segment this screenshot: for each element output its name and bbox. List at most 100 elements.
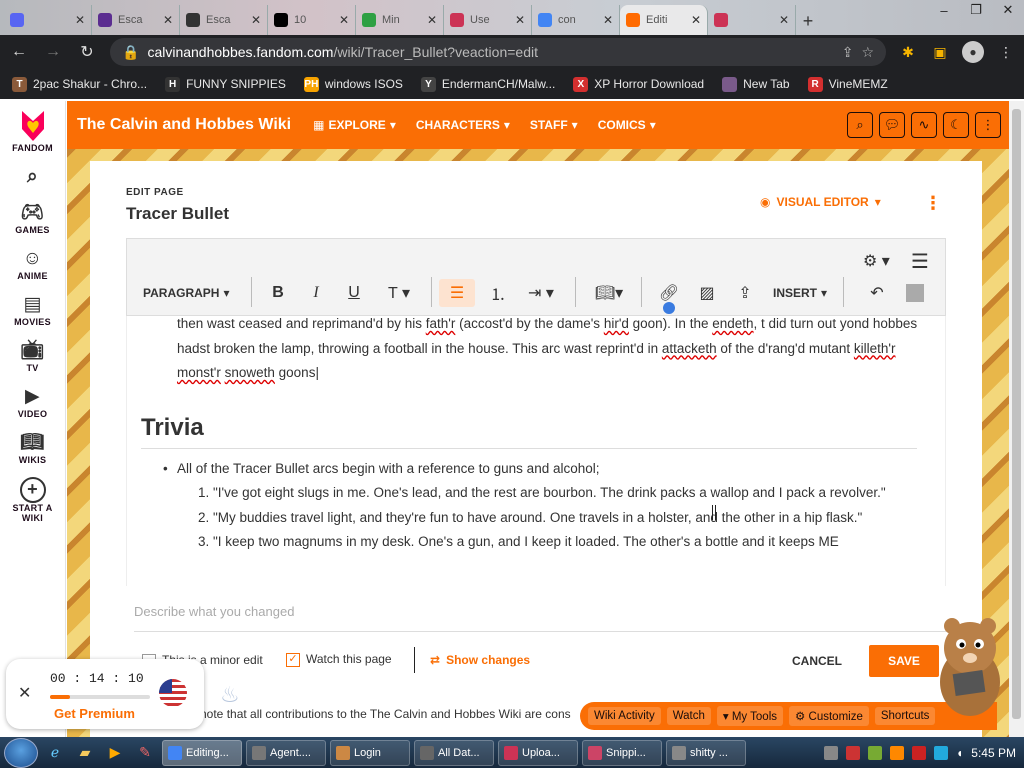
recent-changes-icon[interactable]: ∿	[911, 112, 937, 138]
page-scroll-thumb[interactable]	[1012, 109, 1021, 719]
editor-mode-dropdown[interactable]: ◉ VISUAL EDITOR ▾	[760, 195, 881, 209]
close-icon[interactable]: ✕	[18, 683, 31, 703]
close-tab-icon[interactable]: ✕	[603, 13, 613, 27]
get-premium-button[interactable]: Get Premium	[54, 706, 135, 721]
watch-page-checkbox[interactable]: ✓ Watch this page	[286, 652, 392, 667]
video-link[interactable]: ▶ VIDEO	[18, 385, 48, 419]
upload-icon[interactable]: ⇪	[733, 279, 757, 307]
share-icon[interactable]: ⇪	[842, 44, 854, 61]
insert-dropdown[interactable]: INSERT ▾	[773, 279, 827, 307]
page-scrollbar[interactable]	[1009, 101, 1024, 737]
back-icon[interactable]: ←	[8, 43, 30, 61]
trivia-heading[interactable]: Trivia	[141, 414, 917, 449]
my-tools-button[interactable]: ▾ My Tools	[716, 706, 784, 726]
numbered-list-icon[interactable]: ⒈	[485, 279, 511, 307]
cite-book-icon[interactable]: 📖︎▾	[589, 279, 629, 307]
trivia-quote-1[interactable]: 1. "I've got eight slugs in me. One's lea…	[127, 481, 945, 506]
taskbar-task[interactable]: shitty ...	[666, 739, 746, 766]
browser-tab[interactable]: con ✕	[532, 5, 620, 35]
nav-characters[interactable]: CHARACTERS ▾	[416, 118, 510, 132]
close-tab-icon[interactable]: ✕	[515, 13, 525, 27]
undo-icon[interactable]: ↶	[865, 279, 889, 307]
tv-link[interactable]: 📺︎ TV	[20, 339, 44, 373]
tray-app-icon[interactable]	[824, 745, 839, 760]
browser-tab[interactable]: ✕	[4, 5, 92, 35]
dark-mode-icon[interactable]: ☾	[943, 112, 969, 138]
profile-avatar[interactable]: ●	[962, 41, 984, 63]
close-tab-icon[interactable]: ✕	[779, 13, 789, 27]
browser-tab[interactable]: ✕	[708, 5, 796, 35]
fandom-home-link[interactable]: FANDOM	[12, 109, 53, 153]
underline-icon[interactable]: U	[343, 279, 365, 307]
tray-app-icon[interactable]	[890, 745, 905, 760]
image-icon[interactable]: ▨	[695, 279, 719, 307]
browser-tab[interactable]: Esca ✕	[180, 5, 268, 35]
bookmark-item[interactable]: PH windows ISOS	[303, 76, 403, 92]
volume-icon[interactable]: ◖	[956, 746, 963, 760]
bookmark-item[interactable]: Y EndermanCH/Malw...	[420, 76, 555, 92]
save-button[interactable]: SAVE	[869, 645, 939, 677]
browser-tab[interactable]: Use ✕	[444, 5, 532, 35]
file-explorer-icon[interactable]: ▰	[72, 740, 98, 766]
internet-explorer-icon[interactable]: ℯ	[42, 740, 68, 766]
games-link[interactable]: 🎮︎ GAMES	[15, 201, 50, 235]
nav-staff[interactable]: STAFF ▾	[530, 118, 578, 132]
search-link[interactable]: ⌕	[27, 165, 38, 189]
editor-options-icon[interactable]: ⋮	[924, 193, 942, 214]
tray-app-icon[interactable]	[912, 745, 927, 760]
bullet-list-icon[interactable]: ☰	[439, 279, 475, 307]
customize-button[interactable]: ⚙ Customize	[789, 706, 869, 726]
minimize-icon[interactable]: –	[928, 0, 960, 20]
movies-link[interactable]: ▤ MOVIES	[14, 293, 51, 327]
start-button[interactable]	[4, 737, 38, 768]
hamburger-menu-icon[interactable]: ☰	[911, 247, 929, 275]
taskbar-task[interactable]: Login	[330, 739, 410, 766]
indent-icon[interactable]: ⇥ ▾	[523, 279, 559, 307]
close-tab-icon[interactable]: ✕	[163, 13, 173, 27]
wikis-link[interactable]: 📖︎ WIKIS	[19, 431, 47, 465]
text-style-icon[interactable]: T ▾	[381, 279, 417, 307]
trivia-list[interactable]: All of the Tracer Bullet arcs begin with…	[127, 457, 945, 555]
taskbar-task[interactable]: Editing...	[162, 739, 242, 766]
taskbar-task[interactable]: Snippi...	[582, 739, 662, 766]
browser-tab[interactable]: 10 ✕	[268, 5, 356, 35]
redo-icon[interactable]	[905, 279, 925, 307]
browser-menu-icon[interactable]: ⋮	[996, 44, 1016, 61]
paragraph-format-dropdown[interactable]: PARAGRAPH ▾	[143, 279, 229, 307]
new-tab-button[interactable]: +	[796, 7, 820, 35]
close-tab-icon[interactable]: ✕	[339, 13, 349, 27]
browser-tab[interactable]: Editi ✕	[620, 5, 708, 35]
bookmark-item[interactable]: X XP Horror Download	[573, 76, 704, 92]
shortcuts-button[interactable]: Shortcuts	[874, 707, 936, 725]
italic-icon[interactable]: I	[305, 279, 327, 307]
article-paragraph[interactable]: then wast ceased and reprimand'd by his …	[127, 316, 945, 386]
tray-app-icon[interactable]	[868, 745, 883, 760]
bold-icon[interactable]: B	[267, 279, 289, 307]
taskbar-task[interactable]: All Dat...	[414, 739, 494, 766]
bookmark-item[interactable]: New Tab	[722, 76, 790, 92]
anime-link[interactable]: ☺ ANIME	[17, 247, 48, 281]
forward-icon[interactable]: →	[42, 43, 64, 61]
bookmark-item[interactable]: T 2pac Shakur - Chro...	[12, 76, 147, 92]
wiki-name[interactable]: The Calvin and Hobbes Wiki	[77, 116, 291, 134]
trivia-intro-item[interactable]: All of the Tracer Bullet arcs begin with…	[127, 457, 945, 482]
close-tab-icon[interactable]: ✕	[251, 13, 261, 27]
bookmark-star-icon[interactable]: ☆	[861, 44, 874, 61]
more-icon[interactable]: ⋮	[975, 112, 1001, 138]
bookmark-item[interactable]: H FUNNY SNIPPIES	[165, 76, 286, 92]
close-tab-icon[interactable]: ✕	[427, 13, 437, 27]
taskbar-task[interactable]: Uploa...	[498, 739, 578, 766]
search-icon[interactable]: ⌕	[847, 112, 873, 138]
browser-tab[interactable]: Min ✕	[356, 5, 444, 35]
cancel-button[interactable]: CANCEL	[792, 654, 842, 668]
watch-button[interactable]: Watch	[666, 707, 711, 725]
clock[interactable]: 5:45 PM	[971, 746, 1016, 760]
tray-app-icon[interactable]	[934, 745, 949, 760]
side-panel-icon[interactable]: ▣	[930, 44, 950, 61]
wiki-activity-button[interactable]: Wiki Activity	[588, 707, 661, 725]
editor-content[interactable]: then wast ceased and reprimand'd by his …	[126, 316, 946, 586]
restore-icon[interactable]: ❐	[960, 0, 992, 20]
media-player-icon[interactable]: ▶	[102, 740, 128, 766]
reload-icon[interactable]: ↻	[76, 42, 98, 62]
url-field[interactable]: 🔒 calvinandhobbes.fandom.com/wiki/Tracer…	[110, 38, 886, 66]
